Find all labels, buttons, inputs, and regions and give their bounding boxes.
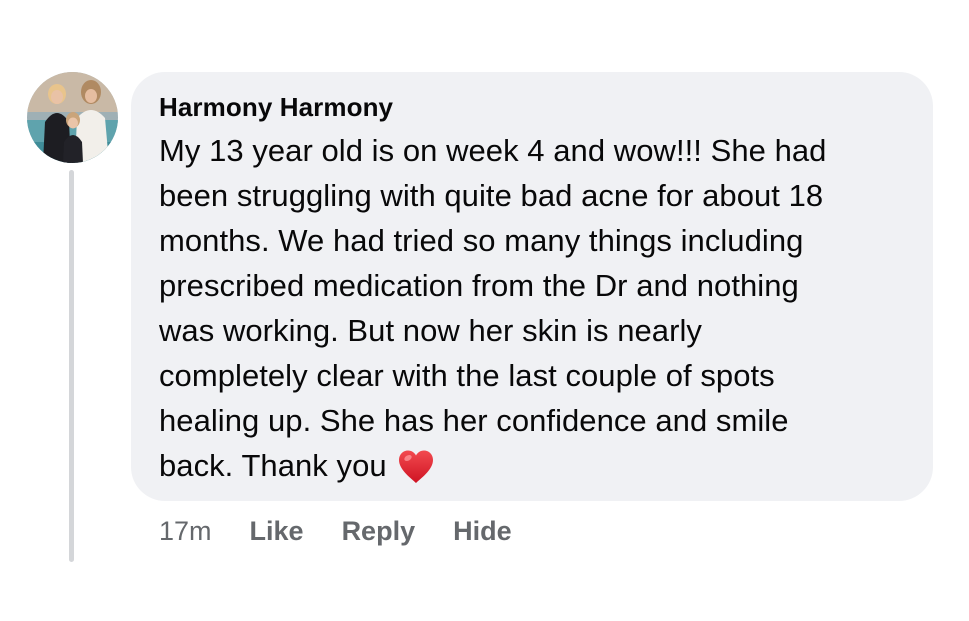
comment-line: was working. But now her skin is nearly <box>159 313 702 348</box>
comment-author[interactable]: Harmony Harmony <box>159 90 909 124</box>
comment-line: healing up. She has her confidence and s… <box>159 403 789 438</box>
comment-line: been struggling with quite bad acne for … <box>159 178 824 213</box>
reply-button[interactable]: Reply <box>342 516 416 547</box>
like-button[interactable]: Like <box>250 516 304 547</box>
comment-line: completely clear with the last couple of… <box>159 358 775 393</box>
comment-bubble: Harmony Harmony My 13 year old is on wee… <box>131 72 933 501</box>
thread-line <box>69 170 74 562</box>
comment-actions: 17m Like Reply Hide <box>159 512 512 550</box>
comment-text: My 13 year old is on week 4 and wow!!! S… <box>159 128 909 497</box>
comment-line-text: back. Thank you <box>159 448 387 483</box>
avatar-photo <box>27 72 118 163</box>
comment-last-line: back. Thank you <box>159 443 909 497</box>
comment-line: prescribed medication from the Dr and no… <box>159 268 799 303</box>
comment-line: My 13 year old is on week 4 and wow!!! S… <box>159 133 827 168</box>
avatar[interactable] <box>27 72 118 163</box>
comment-timestamp[interactable]: 17m <box>159 516 212 547</box>
heart-icon <box>397 449 435 497</box>
hide-button[interactable]: Hide <box>453 516 512 547</box>
comment-line: months. We had tried so many things incl… <box>159 223 804 258</box>
